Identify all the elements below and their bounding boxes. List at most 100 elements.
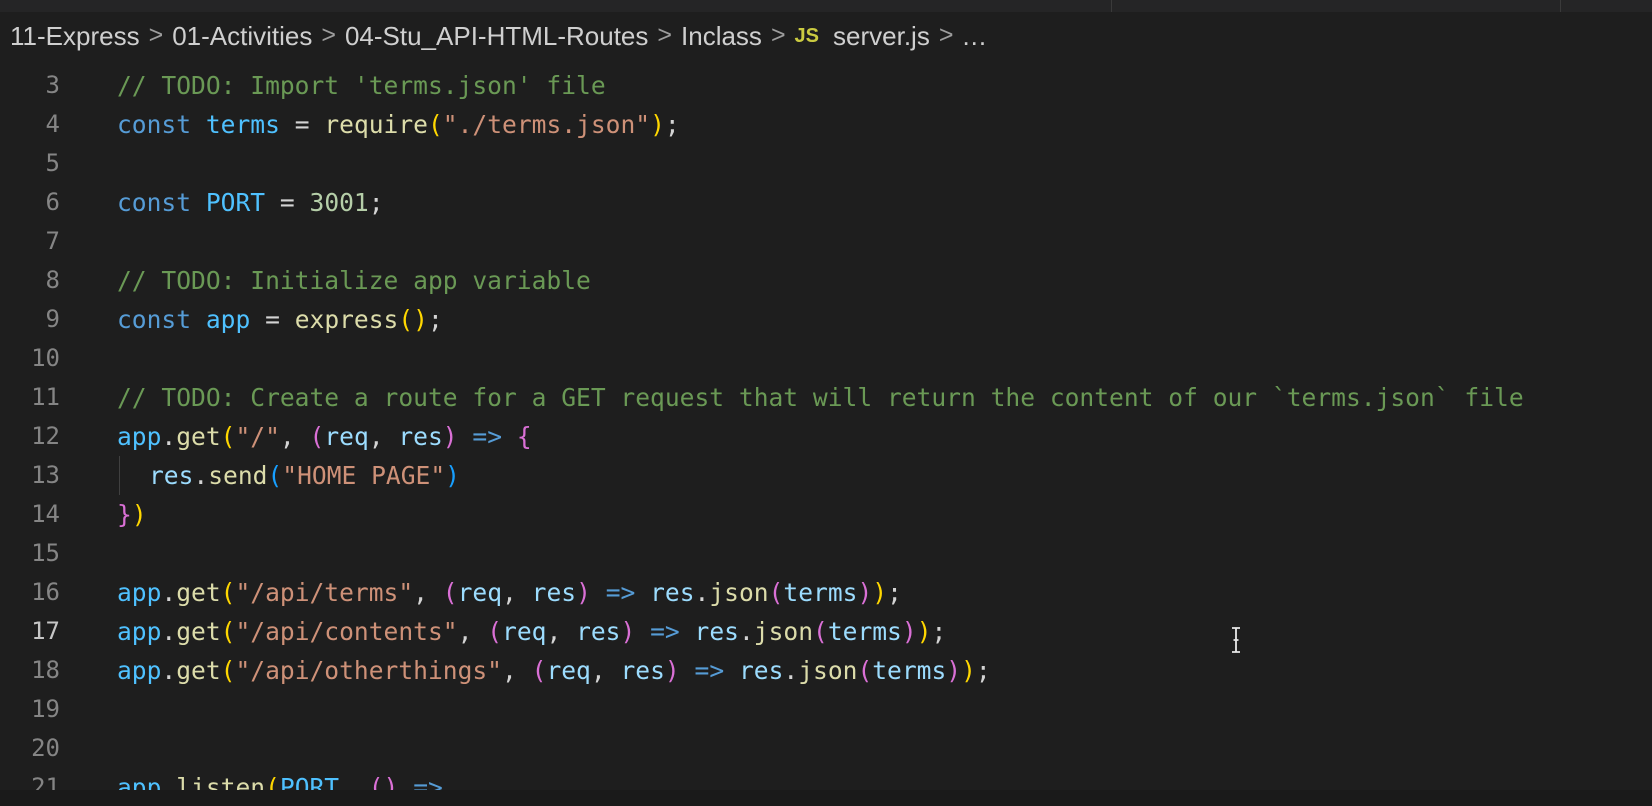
code-line[interactable]: 16 app.get("/api/terms", (req, res) => re… [0, 573, 1652, 612]
code-text: res.send("HOME PAGE") [149, 456, 460, 495]
code-token: () [398, 305, 428, 334]
chevron-right-icon: > [321, 20, 336, 49]
code-line[interactable]: 10 [0, 339, 1652, 378]
code-token: ; [427, 305, 443, 334]
code-token: req [324, 422, 369, 451]
code-token: app [117, 422, 162, 451]
code-token: ( [220, 617, 236, 646]
line-number: 20 [31, 734, 60, 762]
code-token: { [516, 422, 532, 451]
code-token: get [176, 578, 221, 607]
line-number: 19 [31, 695, 60, 723]
breadcrumb-item-01-activities[interactable]: 01-Activities [172, 21, 312, 52]
code-line[interactable]: 14}) [0, 495, 1652, 534]
code-token: PORT [205, 188, 266, 217]
code-token: , [413, 578, 443, 607]
code-token: ) [664, 656, 680, 685]
line-number: 11 [31, 383, 60, 411]
code-token: , [457, 617, 488, 646]
code-token: ( [220, 578, 236, 607]
code-token: ; [931, 617, 947, 646]
code-token: // TODO: Create a route for a GET reques… [117, 383, 1524, 412]
chevron-right-icon: > [657, 20, 673, 49]
code-line[interactable]: 12 app.get("/", (req, res) => { [0, 417, 1652, 456]
code-text: const app = express(); [117, 300, 443, 339]
breadcrumb-item-11-express[interactable]: 11-Express [10, 21, 140, 52]
code-line[interactable]: 6 const PORT = 3001; [0, 183, 1652, 222]
code-text: app.get("/api/terms", (req, res) => res.… [117, 573, 902, 612]
tab-divider [1560, 0, 1561, 12]
text-cursor-ibeam-icon [1232, 627, 1240, 653]
code-line[interactable]: 9 const app = express(); [0, 300, 1652, 339]
code-token: ; [664, 110, 680, 139]
code-token: ) [445, 461, 460, 490]
code-line[interactable]: 13 res.send("HOME PAGE") [0, 456, 1652, 495]
code-line[interactable]: 4 const terms = require("./terms.json"); [0, 105, 1652, 144]
chevron-right-icon: > [770, 20, 786, 49]
code-token: ) [857, 578, 873, 607]
code-line[interactable]: 3 // TODO: Import 'terms.json' file [0, 66, 1652, 105]
code-token: ) [620, 617, 636, 646]
code-token: } [117, 500, 132, 529]
code-token: ( [427, 110, 443, 139]
code-token: = [279, 110, 325, 139]
breadcrumb-symbol-ellipsis[interactable]: ... [962, 21, 987, 52]
code-line[interactable]: 8 // TODO: Initialize app variable [0, 261, 1652, 300]
code-token: => [605, 578, 636, 607]
breadcrumb-item-inclass[interactable]: Inclass [681, 21, 762, 52]
code-token: = [250, 305, 295, 334]
code-line[interactable]: 17 app.get("/api/contents", (req, res) =>… [0, 612, 1652, 651]
breadcrumb-item-04-stu-api-html-routes[interactable]: 04-Stu_API-HTML-Routes [345, 21, 648, 52]
code-token: json [798, 656, 858, 685]
code-token: json [709, 578, 769, 607]
code-line[interactable]: 15 [0, 534, 1652, 573]
code-text: app.get("/api/contents", (req, res) => r… [117, 612, 946, 651]
code-token: const [117, 110, 192, 139]
line-number: 8 [45, 266, 60, 294]
code-token: "HOME PAGE" [282, 461, 446, 490]
code-token: res [149, 461, 194, 490]
breadcrumb-item-server-js[interactable]: JS server.js [795, 21, 930, 52]
line-number: 16 [31, 578, 60, 606]
editor-bottom-edge [0, 790, 1652, 806]
code-token: get [176, 422, 221, 451]
code-token: "/" [235, 422, 280, 451]
code-token: terms [827, 617, 902, 646]
code-token: => [650, 617, 680, 646]
code-token: req [502, 617, 547, 646]
chevron-right-icon: > [148, 20, 164, 49]
code-token: , [368, 422, 399, 451]
code-line[interactable]: 5 [0, 144, 1652, 183]
code-token: . [783, 656, 799, 685]
line-number: 15 [31, 539, 60, 567]
code-token: ( [813, 617, 828, 646]
code-token: ( [220, 656, 236, 685]
line-number: 10 [31, 344, 60, 372]
code-token: "./terms.json" [442, 110, 651, 139]
code-token: , [590, 656, 621, 685]
code-token: ( [857, 656, 873, 685]
code-token: . [161, 656, 177, 685]
line-number: 12 [31, 422, 60, 450]
code-line[interactable]: 11 // TODO: Create a route for a GET requ… [0, 378, 1652, 417]
code-token: . [161, 422, 177, 451]
code-token: . [694, 578, 710, 607]
code-line[interactable]: 19 [0, 690, 1652, 729]
code-token: terms [205, 110, 280, 139]
code-token: , [502, 656, 532, 685]
line-number: 6 [45, 188, 60, 216]
code-line[interactable]: 7 [0, 222, 1652, 261]
code-line[interactable]: 18 app.get("/api/otherthings", (req, res)… [0, 651, 1652, 690]
line-number: 17 [31, 617, 60, 645]
code-token: json [753, 617, 814, 646]
breadcrumb: 11-Express > 01-Activities > 04-Stu_API-… [0, 12, 1652, 60]
chevron-right-icon: > [938, 20, 954, 49]
code-editor[interactable]: ··· 3// TODO: Import 'terms.json' file4c… [0, 60, 1652, 806]
code-line[interactable]: 20 [0, 729, 1652, 768]
code-token: "/api/terms" [235, 578, 414, 607]
